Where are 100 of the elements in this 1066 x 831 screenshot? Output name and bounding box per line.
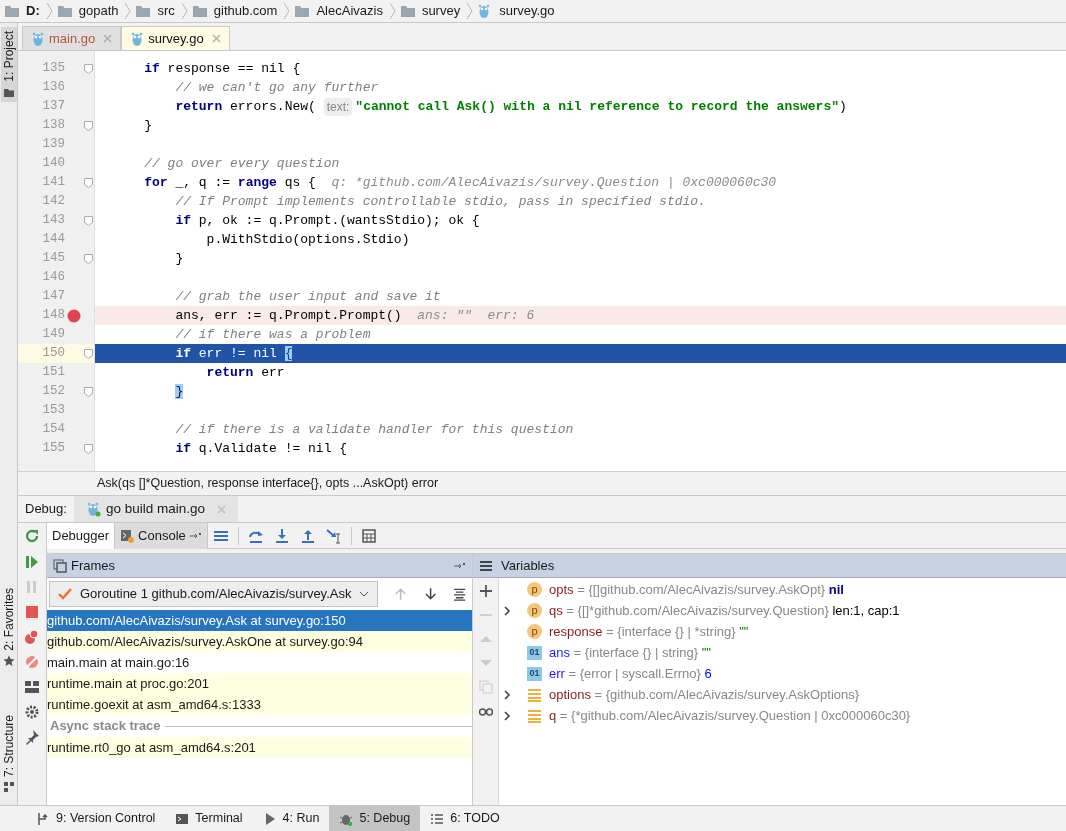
breadcrumb[interactable]: survey.go <box>497 1 557 21</box>
arrow-down-icon[interactable] <box>423 587 437 601</box>
variable-entry[interactable]: response = {interface {} | *string} "" <box>549 621 749 642</box>
breadcrumb[interactable]: AlecAivazis <box>314 1 385 21</box>
signature-hint: Ask(qs []*Question, response interface{}, opts ...AskOpt) error <box>97 475 439 493</box>
tool-window-button[interactable]: 9: Version Control <box>26 806 166 831</box>
line-number: 152 <box>41 383 65 401</box>
debugger-tab[interactable]: Console <box>115 522 208 549</box>
line-number: 141 <box>41 174 65 192</box>
line-number: 149 <box>41 326 65 344</box>
resume-icon[interactable] <box>24 554 40 570</box>
parameter-badge: p <box>527 624 542 639</box>
layout-icon[interactable] <box>24 679 40 695</box>
variable-entry[interactable]: q = {*github.com/AlecAivazis/survey.Question | 0xc000060c30} <box>549 705 911 726</box>
list-icon[interactable] <box>452 587 466 601</box>
settings-icon[interactable] <box>24 704 40 720</box>
keyword: for <box>143 173 168 192</box>
fold-marker-icon[interactable] <box>83 120 93 131</box>
mute-breakpoints-icon[interactable] <box>24 654 40 670</box>
line-number: 150 <box>41 345 65 363</box>
arrow-up-icon[interactable] <box>394 587 408 601</box>
tool-window-button[interactable]: 4: Run <box>252 806 330 831</box>
fold-marker-icon[interactable] <box>83 253 93 264</box>
fold-marker-icon[interactable] <box>83 177 93 188</box>
breakpoint-icon[interactable] <box>67 308 81 323</box>
close-icon[interactable] <box>211 34 221 43</box>
line-number: 138 <box>41 117 65 135</box>
code-comment: // grab the user input and save it <box>174 287 441 306</box>
calculator-icon[interactable] <box>360 527 377 544</box>
debugger-tab[interactable]: Debugger <box>47 522 116 549</box>
line-number: 144 <box>41 231 65 249</box>
stack-frame[interactable]: github.com/AlecAivazis/survey.AskOne at survey.go:94 <box>47 631 472 652</box>
code-text: err <box>260 363 285 382</box>
step-out-icon[interactable] <box>299 527 316 544</box>
run-to-cursor-icon[interactable] <box>325 527 342 544</box>
chevron-icon <box>466 2 474 20</box>
stack-frame[interactable]: runtime.main at proc.go:201 <box>47 673 472 694</box>
goroutine-dropdown[interactable]: Goroutine 1 github.com/AlecAivazis/survey.Ask <box>49 581 379 607</box>
check-icon <box>58 588 72 600</box>
variable-entry[interactable]: qs = {[]*github.com/AlecAivazis/survey.Question} len:1, cap:1 <box>549 600 900 621</box>
variable-entry[interactable]: err = {error | syscall.Errno} 6 <box>549 663 712 684</box>
variable-entry[interactable]: ans = {interface {} | string} "" <box>549 642 711 663</box>
pin-icon[interactable] <box>24 729 40 745</box>
tool-window-tab[interactable]: 2: Favorites <box>0 588 17 651</box>
structure-icon <box>2 781 15 793</box>
variable-entry[interactable]: options = {github.com/AlecAivazis/survey.AskOptions} <box>549 684 860 705</box>
section-header: Async stack trace <box>50 717 161 736</box>
breadcrumb[interactable]: gopath <box>76 1 121 21</box>
folder-icon <box>399 3 416 19</box>
breadcrumb[interactable]: github.com <box>211 1 280 21</box>
matching-brace: { <box>284 344 293 363</box>
gopher-file-icon <box>130 30 145 47</box>
field-list-icon <box>527 708 542 723</box>
add-icon[interactable] <box>478 584 493 598</box>
keyword: if <box>174 211 191 230</box>
code-text: qs { <box>283 173 317 192</box>
chevron-icon <box>388 2 396 20</box>
chevron-icon <box>283 2 291 20</box>
breadcrumb[interactable]: src <box>155 1 177 21</box>
close-icon[interactable] <box>103 34 113 43</box>
tool-window-tab[interactable]: 7: Structure <box>0 714 17 777</box>
stop-icon[interactable] <box>24 604 40 620</box>
breadcrumb[interactable]: survey <box>419 1 463 21</box>
keyword: return <box>205 363 254 382</box>
stack-frame[interactable]: runtime.goexit at asm_amd64.s:1333 <box>47 694 472 715</box>
code-text: ) <box>839 97 847 116</box>
rerun-icon[interactable] <box>24 529 40 545</box>
tool-window-button[interactable]: 6: TODO <box>420 806 510 831</box>
fold-marker-icon[interactable] <box>83 443 93 454</box>
folder-icon <box>56 3 73 19</box>
star-icon <box>2 654 15 667</box>
fold-marker-icon[interactable] <box>83 215 93 226</box>
editor-tab[interactable]: main.go <box>22 26 122 50</box>
variable-entry[interactable]: opts = {[]github.com/AlecAivazis/survey.AskOpt} nil <box>549 579 844 600</box>
code-text: errors.New( <box>229 97 317 116</box>
variable-badge: 01 <box>527 666 542 681</box>
breadcrumb[interactable]: D: <box>24 1 42 21</box>
panel-title: Debug: <box>24 500 68 519</box>
code-comment: // if there was a problem <box>174 325 371 344</box>
stack-frame[interactable]: runtime.rt0_go at asm_amd64.s:201 <box>47 737 472 758</box>
tool-window-button[interactable]: Terminal <box>165 806 253 831</box>
chevron-icon <box>180 2 188 20</box>
fold-marker-icon[interactable] <box>83 348 93 359</box>
breakpoints-icon[interactable] <box>24 629 40 645</box>
chevron-icon <box>45 2 53 20</box>
session-tab[interactable]: go build main.go <box>73 496 238 522</box>
branch-icon <box>36 811 50 826</box>
folder-icon <box>294 3 311 19</box>
field-list-icon <box>527 687 542 702</box>
editor-tab[interactable]: survey.go <box>121 26 230 50</box>
fold-marker-icon[interactable] <box>83 386 93 397</box>
keyword: range <box>237 173 277 192</box>
keyword: if <box>174 344 191 363</box>
fold-marker-icon[interactable] <box>83 63 93 74</box>
step-into-icon[interactable] <box>273 527 290 544</box>
stack-frame[interactable]: github.com/AlecAivazis/survey.Ask at survey.go:150 <box>47 610 472 631</box>
tool-window-button[interactable]: 5: Debug <box>329 806 421 831</box>
code-text: } <box>143 116 152 135</box>
line-number: 146 <box>41 269 65 287</box>
line-number: 139 <box>41 136 65 154</box>
